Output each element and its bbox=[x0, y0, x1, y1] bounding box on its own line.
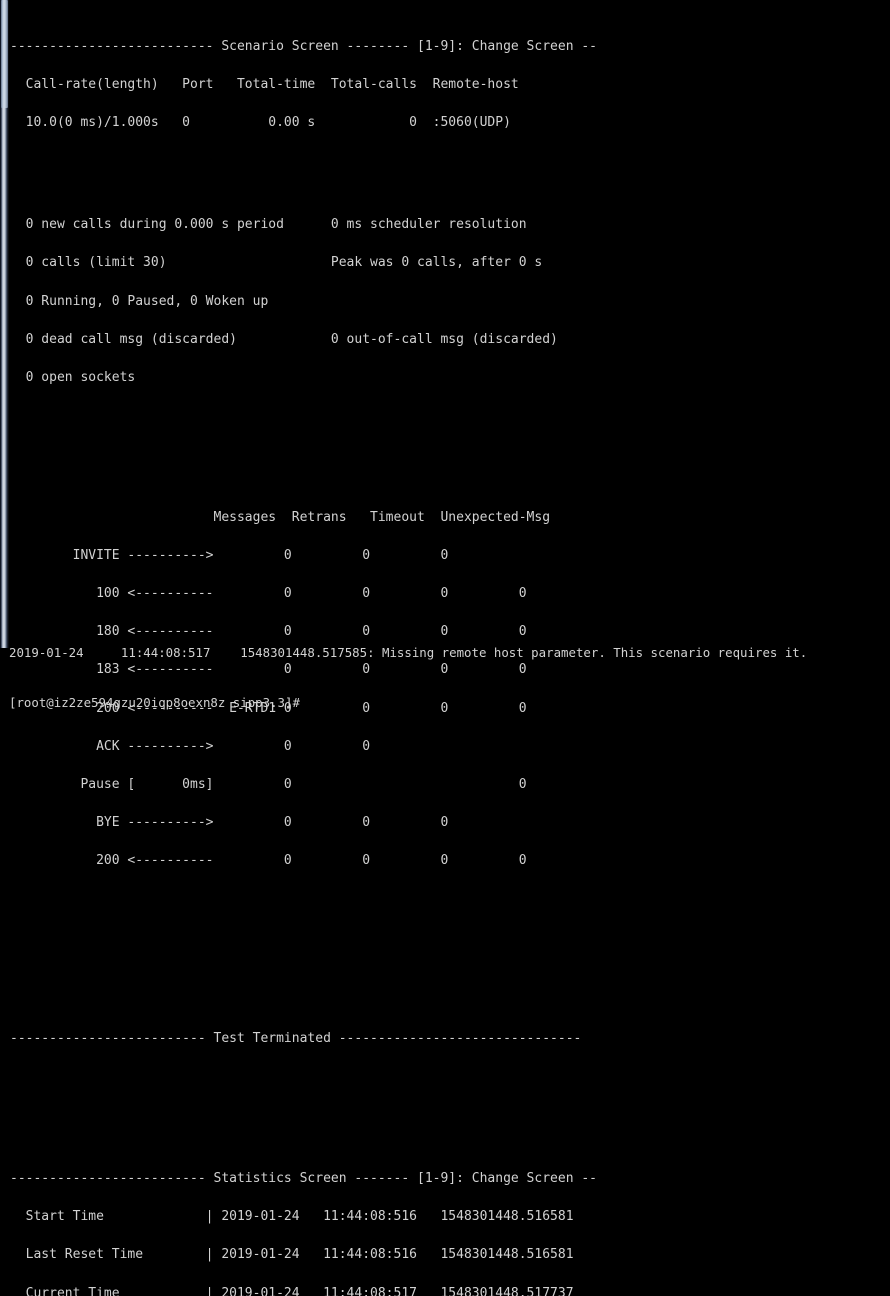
message-row-100: 100 <---------- 0 0 0 0 bbox=[10, 586, 527, 602]
message-row-pause: Pause [ 0ms] 0 0 bbox=[10, 776, 527, 792]
scenario-stat-line-3: 0 dead call msg (discarded) 0 out-of-cal… bbox=[10, 331, 558, 347]
console-tail: 2019-01-24 11:44:08:517 1548301448.51758… bbox=[9, 612, 889, 744]
shell-prompt[interactable]: [root@iz2ze594gzu20iqp8oexn8z sipp3.3]# bbox=[9, 695, 889, 712]
message-table-header: Messages Retrans Timeout Unexpected-Msg bbox=[10, 509, 551, 525]
terminal-window: -------------------------- Scenario Scre… bbox=[0, 0, 890, 1296]
scenario-screen-header-rule: -------------------------- Scenario Scre… bbox=[10, 39, 597, 55]
message-row-invite: INVITE ----------> 0 0 0 bbox=[10, 547, 449, 563]
scenario-stat-line-2: 0 Running, 0 Paused, 0 Woken up bbox=[10, 293, 269, 309]
scrollbar-thumb[interactable] bbox=[1, 0, 8, 108]
scenario-stat-line-0: 0 new calls during 0.000 s period 0 ms s… bbox=[10, 217, 527, 233]
statistics-screen-header-rule: ------------------------- Statistics Scr… bbox=[10, 1171, 597, 1187]
message-row-bye: BYE ----------> 0 0 0 bbox=[10, 815, 449, 830]
scenario-stat-line-4: 0 open sockets bbox=[10, 369, 136, 385]
scrollbar-track[interactable] bbox=[0, 0, 9, 648]
scenario-summary-headers: Call-rate(length) Port Total-time Total-… bbox=[10, 77, 519, 93]
statistics-time-start: Start Time | 2019-01-24 11:44:08:516 154… bbox=[10, 1209, 574, 1225]
statistics-time-current: Current Time | 2019-01-24 11:44:08:517 1… bbox=[10, 1285, 574, 1296]
scenario-test-terminated-rule: ------------------------- Test Terminate… bbox=[10, 1031, 582, 1047]
scenario-stat-line-1: 0 calls (limit 30) Peak was 0 calls, aft… bbox=[10, 255, 543, 271]
scenario-summary-values: 10.0(0 ms)/1.000s 0 0.00 s 0 :5060(UDP) bbox=[10, 115, 511, 131]
message-row-200-final: 200 <---------- 0 0 0 0 bbox=[10, 853, 527, 869]
statistics-time-last-reset: Last Reset Time | 2019-01-24 11:44:08:51… bbox=[10, 1247, 574, 1263]
terminal-scrollbar[interactable] bbox=[0, 0, 9, 648]
console-log-line: 2019-01-24 11:44:08:517 1548301448.51758… bbox=[9, 645, 808, 660]
